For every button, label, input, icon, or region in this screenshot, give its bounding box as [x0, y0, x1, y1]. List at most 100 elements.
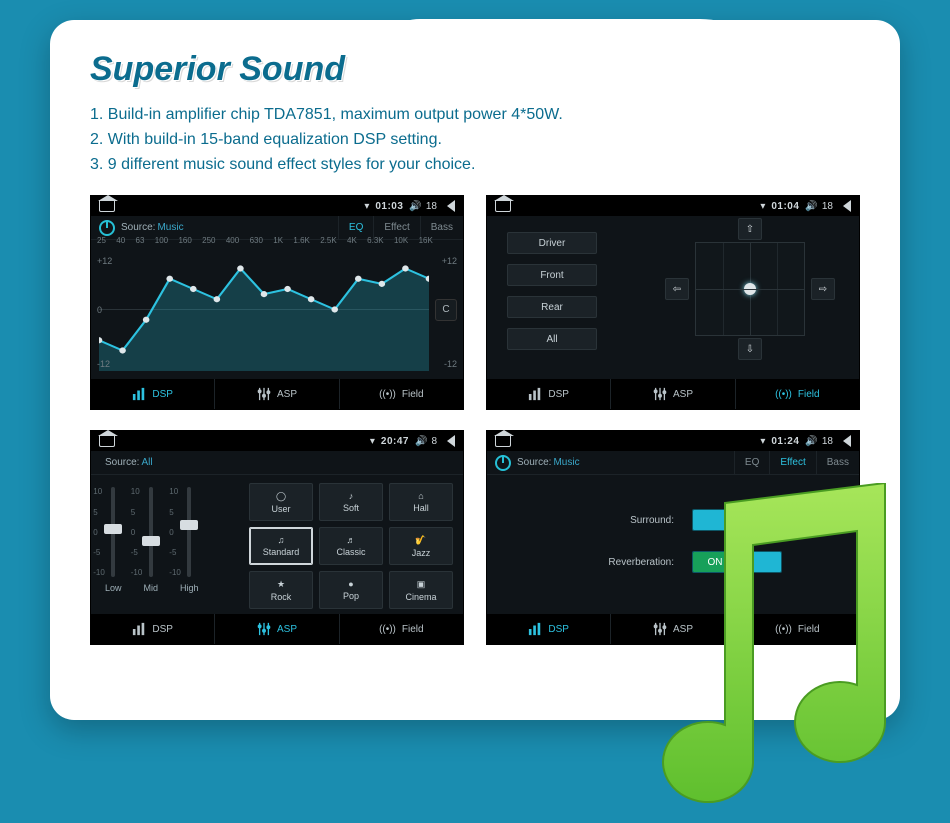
eq-chart[interactable]: +12 0 -12 +12 0 -12 — [99, 248, 429, 371]
preset-jazz[interactable]: 🎷Jazz — [389, 527, 453, 565]
eq-band-label: 160 — [178, 236, 191, 245]
preset-icon: ♬ — [347, 535, 356, 545]
preset-soft[interactable]: ♪Soft — [319, 483, 383, 521]
nav-field[interactable]: ((•))Field — [736, 379, 859, 409]
tone-sliders: 1050-5-10Low 1050-5-10Mid 1050-5-10High — [105, 487, 199, 593]
field-icon: ((•)) — [379, 624, 396, 635]
arrow-down-button[interactable]: ⇩ — [738, 338, 762, 360]
nav-asp-label: ASP — [277, 624, 297, 635]
status-badge: 18 — [822, 436, 833, 447]
preset-classic[interactable]: ♬Classic — [319, 527, 383, 565]
top-tabs: EQ Effect Bass — [734, 451, 859, 474]
eq-curve[interactable] — [99, 248, 429, 371]
volume-icon: 🔊 — [805, 436, 817, 447]
volume-icon: 🔊 — [805, 201, 817, 212]
arrow-left-button[interactable]: ⇦ — [665, 278, 689, 300]
field-grid[interactable] — [695, 242, 805, 336]
nav-field[interactable]: ((•))Field — [340, 379, 463, 409]
preset-pop[interactable]: ●Pop — [319, 571, 383, 609]
eq-reset-button[interactable]: C — [435, 299, 457, 321]
slider-high[interactable]: 1050-5-10High — [180, 487, 199, 593]
slider-mid[interactable]: 1050-5-10Mid — [144, 487, 159, 593]
source-label: Source: — [105, 457, 139, 468]
eq-y-bot-r: -12 — [444, 359, 457, 369]
back-icon[interactable] — [447, 200, 455, 212]
tab-bass[interactable]: Bass — [816, 451, 859, 474]
status-bar: ▾ 01:03 🔊 18 — [91, 196, 463, 216]
nav-asp[interactable]: ASP — [215, 379, 339, 409]
preset-hall[interactable]: ⌂Hall — [389, 483, 453, 521]
eq-y-bot: -12 — [97, 359, 110, 369]
status-bar: ▾ 01:04 🔊 18 — [487, 196, 859, 216]
desc-line: 2. With build-in 15-band equalization DS… — [90, 128, 860, 153]
back-icon[interactable] — [843, 200, 851, 212]
field-button-driver[interactable]: Driver — [507, 232, 597, 254]
bottom-nav: DSP ASP ((•))Field — [91, 379, 463, 409]
eq-band-label: 6.3K — [367, 236, 383, 245]
screenshot-asp: ▾ 20:47 🔊 8 Source: All 1050-5-10Low1050… — [90, 430, 464, 645]
status-badge: 18 — [426, 201, 437, 212]
nav-field[interactable]: ((•)) Field — [340, 614, 463, 644]
nav-dsp-label: DSP — [548, 389, 569, 400]
home-icon[interactable] — [495, 200, 511, 212]
eq-band-label: 16K — [419, 236, 433, 245]
nav-field-label: Field — [402, 624, 424, 635]
eq-y-top-r: +12 — [442, 256, 457, 266]
volume-icon: 🔊 — [409, 201, 421, 212]
back-icon[interactable] — [843, 435, 851, 447]
back-icon[interactable] — [447, 435, 455, 447]
source-value[interactable]: All — [141, 457, 152, 468]
nav-asp[interactable]: ASP — [611, 379, 735, 409]
eq-body: 2540631001602504006301K1.6K2.5K4K6.3K10K… — [91, 240, 463, 379]
eq-band-label: 630 — [250, 236, 263, 245]
field-button-all[interactable]: All — [507, 328, 597, 350]
nav-dsp[interactable]: DSP — [91, 614, 215, 644]
arrow-up-button[interactable]: ⇧ — [738, 218, 762, 240]
arrow-right-button[interactable]: ⇨ — [811, 278, 835, 300]
screenshot-eq: ▾ 01:03 🔊 18 Source: Music EQ Effect Bas… — [90, 195, 464, 410]
preset-icon: ♪ — [349, 491, 354, 501]
home-icon[interactable] — [99, 200, 115, 212]
home-icon[interactable] — [495, 435, 511, 447]
nav-dsp[interactable]: DSP — [91, 379, 215, 409]
status-bar: ▾ 01:24 🔊 18 — [487, 431, 859, 451]
eq-band-label: 25 — [97, 236, 106, 245]
slider-low[interactable]: 1050-5-10Low — [105, 487, 122, 593]
eq-band-label: 250 — [202, 236, 215, 245]
field-body: Driver Front Rear All ⇧ ⇩ ⇦ ⇨ — [487, 216, 859, 379]
nav-dsp-label: DSP — [152, 624, 173, 635]
eq-band-label: 1.6K — [293, 236, 309, 245]
eq-band-label: 10K — [394, 236, 408, 245]
field-button-front[interactable]: Front — [507, 264, 597, 286]
nav-dsp[interactable]: DSP — [487, 379, 611, 409]
source-value[interactable]: Music — [157, 222, 183, 233]
eq-band-label: 4K — [347, 236, 357, 245]
field-cursor[interactable] — [744, 283, 756, 295]
power-icon[interactable] — [99, 220, 115, 236]
power-icon[interactable] — [495, 455, 511, 471]
music-note-icon — [650, 483, 920, 823]
preset-cinema[interactable]: ▣Cinema — [389, 571, 453, 609]
source-label: Source: — [121, 222, 155, 233]
preset-user[interactable]: ◯User — [249, 483, 313, 521]
clock: 01:04 — [771, 201, 799, 212]
nav-dsp[interactable]: DSP — [487, 614, 611, 644]
preset-rock[interactable]: ★Rock — [249, 571, 313, 609]
volume-icon: 🔊 — [415, 436, 427, 447]
nav-asp[interactable]: ASP — [215, 614, 339, 644]
preset-icon: ◯ — [276, 491, 286, 502]
tab-effect[interactable]: Effect — [769, 451, 815, 474]
source-value[interactable]: Music — [553, 457, 579, 468]
clock: 20:47 — [381, 436, 409, 447]
tab-eq[interactable]: EQ — [734, 451, 769, 474]
home-icon[interactable] — [99, 435, 115, 447]
source-label: Source: — [517, 457, 551, 468]
status-bar: ▾ 20:47 🔊 8 — [91, 431, 463, 451]
bottom-nav: DSP ASP ((•))Field — [487, 379, 859, 409]
field-button-rear[interactable]: Rear — [507, 296, 597, 318]
nav-dsp-label: DSP — [548, 624, 569, 635]
desc-line: 3. 9 different music sound effect styles… — [90, 153, 860, 178]
eq-band-label: 1K — [273, 236, 283, 245]
eq-band-label: 40 — [116, 236, 125, 245]
preset-standard[interactable]: ♫Standard — [249, 527, 313, 565]
